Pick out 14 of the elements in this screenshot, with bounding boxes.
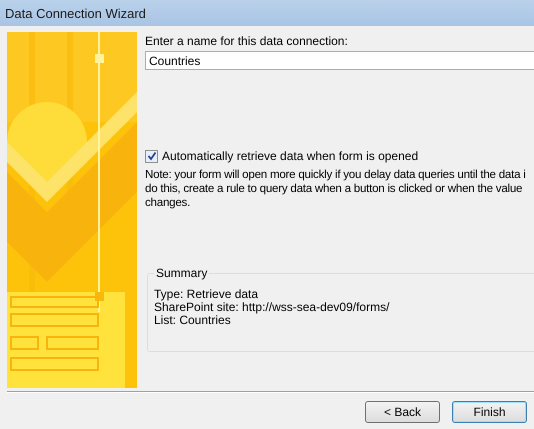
window-title: Data Connection Wizard xyxy=(5,6,146,20)
note-text: Note: your form will open more quickly if you delay data queries until the data i xyxy=(145,168,526,182)
name-input-field[interactable]: Countries xyxy=(145,51,534,70)
note-text: do this, create a rule to query data when a button is clicked or when the value xyxy=(145,182,522,196)
summary-text: SharePoint site: http://wss-sea-dev09/forms/ xyxy=(154,301,390,314)
wizard-button[interactable]: Finish xyxy=(452,401,527,423)
summary-text: Type: Retrieve data xyxy=(154,288,258,301)
note-text: changes. xyxy=(145,196,190,210)
summary-title: Summary xyxy=(155,266,208,280)
wizard-button[interactable]: < Back xyxy=(365,401,440,423)
name-label: Enter a name for this data connection: xyxy=(145,34,348,48)
summary-text: List: Countries xyxy=(154,314,231,327)
checkbox-label: Automatically retrieve data when form is opened xyxy=(162,149,418,163)
checkbox[interactable] xyxy=(145,150,158,162)
